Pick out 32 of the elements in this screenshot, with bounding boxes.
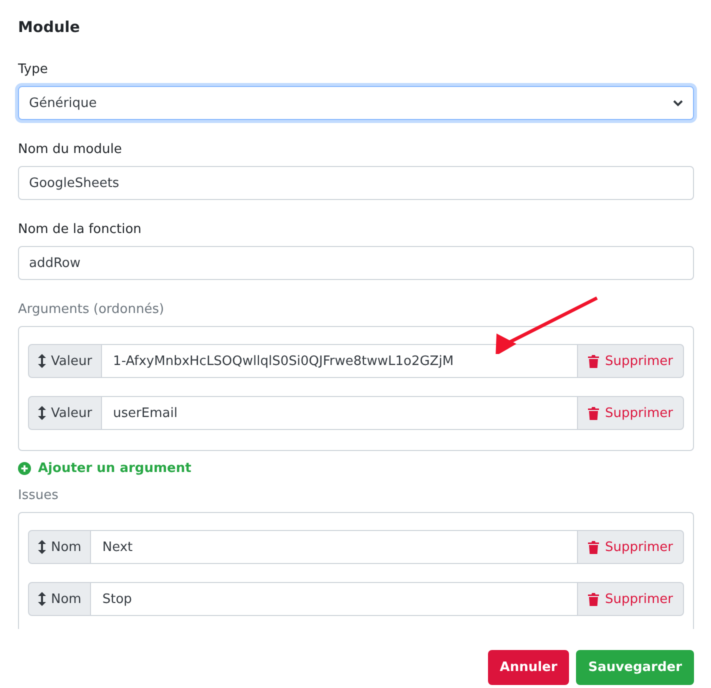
field-label: Nom de la fonction xyxy=(18,222,142,239)
up-down-arrow-icon[interactable] xyxy=(38,540,46,554)
input-field[interactable]: userEmail xyxy=(102,396,578,430)
field-label: Nom du module xyxy=(18,142,123,159)
drag-handle[interactable]: Valeur xyxy=(28,344,102,378)
delete-button[interactable]: Supprimer xyxy=(577,344,684,378)
trash-icon xyxy=(588,540,600,554)
delete-button[interactable]: Supprimer xyxy=(577,396,684,430)
field-label: Type xyxy=(18,62,49,79)
section-title: Module xyxy=(18,18,81,38)
delete-button[interactable]: Supprimer xyxy=(577,582,684,616)
chevron-down-icon xyxy=(673,100,683,106)
field-label: Issues xyxy=(18,488,60,505)
type-select[interactable]: Générique xyxy=(18,86,694,120)
input-field[interactable]: Stop xyxy=(91,582,578,616)
up-down-arrow-icon[interactable] xyxy=(38,354,46,368)
plus-circle-icon xyxy=(18,462,31,475)
input-field[interactable]: addRow xyxy=(18,246,694,280)
up-down-arrow-icon[interactable] xyxy=(38,592,46,606)
input-field[interactable]: 1-AfxyMnbxHcLSOQwllqlS0Si0QJFrwe8twwL1o2GZjM xyxy=(102,344,578,378)
field-label: Arguments (ordonnés) xyxy=(18,302,166,319)
cancel-button[interactable]: Annuler xyxy=(488,650,570,685)
trash-icon xyxy=(588,406,600,420)
trash-icon xyxy=(588,592,600,606)
up-down-arrow-icon[interactable] xyxy=(38,406,46,420)
drag-handle[interactable]: Valeur xyxy=(28,396,102,430)
delete-button[interactable]: Supprimer xyxy=(577,530,684,564)
input-field[interactable]: GoogleSheets xyxy=(18,166,694,200)
drag-handle[interactable]: Nom xyxy=(28,530,92,564)
trash-icon xyxy=(588,354,600,368)
input-field[interactable]: Next xyxy=(91,530,578,564)
drag-handle[interactable]: Nom xyxy=(28,582,92,616)
